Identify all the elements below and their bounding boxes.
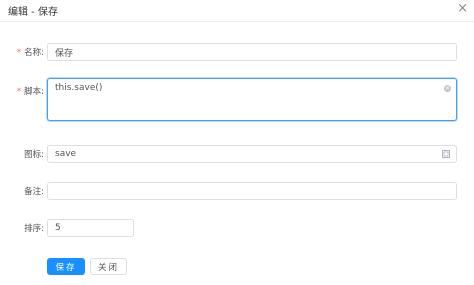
form-row-remark: 备注: bbox=[0, 182, 474, 200]
circle-close-icon[interactable]: ✕ bbox=[444, 85, 451, 92]
icon-input[interactable]: save bbox=[47, 145, 457, 163]
name-input-value: 保存 bbox=[55, 48, 74, 59]
name-label: * 名称: bbox=[17, 46, 44, 58]
save-button[interactable]: 保存 bbox=[47, 258, 85, 275]
close-icon[interactable]: × bbox=[457, 1, 468, 17]
name-label-text: 名称: bbox=[24, 48, 44, 58]
form-row-name: * 名称: 保存 bbox=[0, 43, 474, 61]
form-row-sort: 排序: 5 bbox=[0, 219, 474, 237]
required-mark: * bbox=[16, 48, 22, 58]
sort-input[interactable]: 5 bbox=[47, 219, 134, 237]
name-input[interactable]: 保存 bbox=[47, 43, 457, 61]
script-textarea[interactable]: this.save() ✕ bbox=[47, 78, 457, 121]
script-label-text: 脚本: bbox=[24, 87, 44, 97]
script-label: * 脚本: bbox=[17, 85, 44, 97]
form-row-script: * 脚本: this.save() ✕ bbox=[0, 78, 474, 121]
remark-input[interactable] bbox=[47, 182, 457, 200]
script-textarea-value: this.save() bbox=[55, 83, 103, 93]
close-button[interactable]: 关闭 bbox=[90, 258, 127, 275]
image-picker-icon[interactable] bbox=[442, 150, 450, 158]
sort-input-value: 5 bbox=[55, 223, 61, 233]
icon-label: 图标: bbox=[24, 150, 44, 160]
sort-label: 排序: bbox=[24, 224, 44, 234]
icon-input-value: save bbox=[55, 149, 77, 159]
remark-label: 备注: bbox=[24, 187, 44, 197]
form-row-icon: 图标: save bbox=[0, 145, 474, 163]
dialog-header: 编辑 - 保存 × bbox=[0, 0, 474, 22]
required-mark: * bbox=[16, 87, 22, 97]
dialog-title: 编辑 - 保存 bbox=[8, 7, 58, 18]
